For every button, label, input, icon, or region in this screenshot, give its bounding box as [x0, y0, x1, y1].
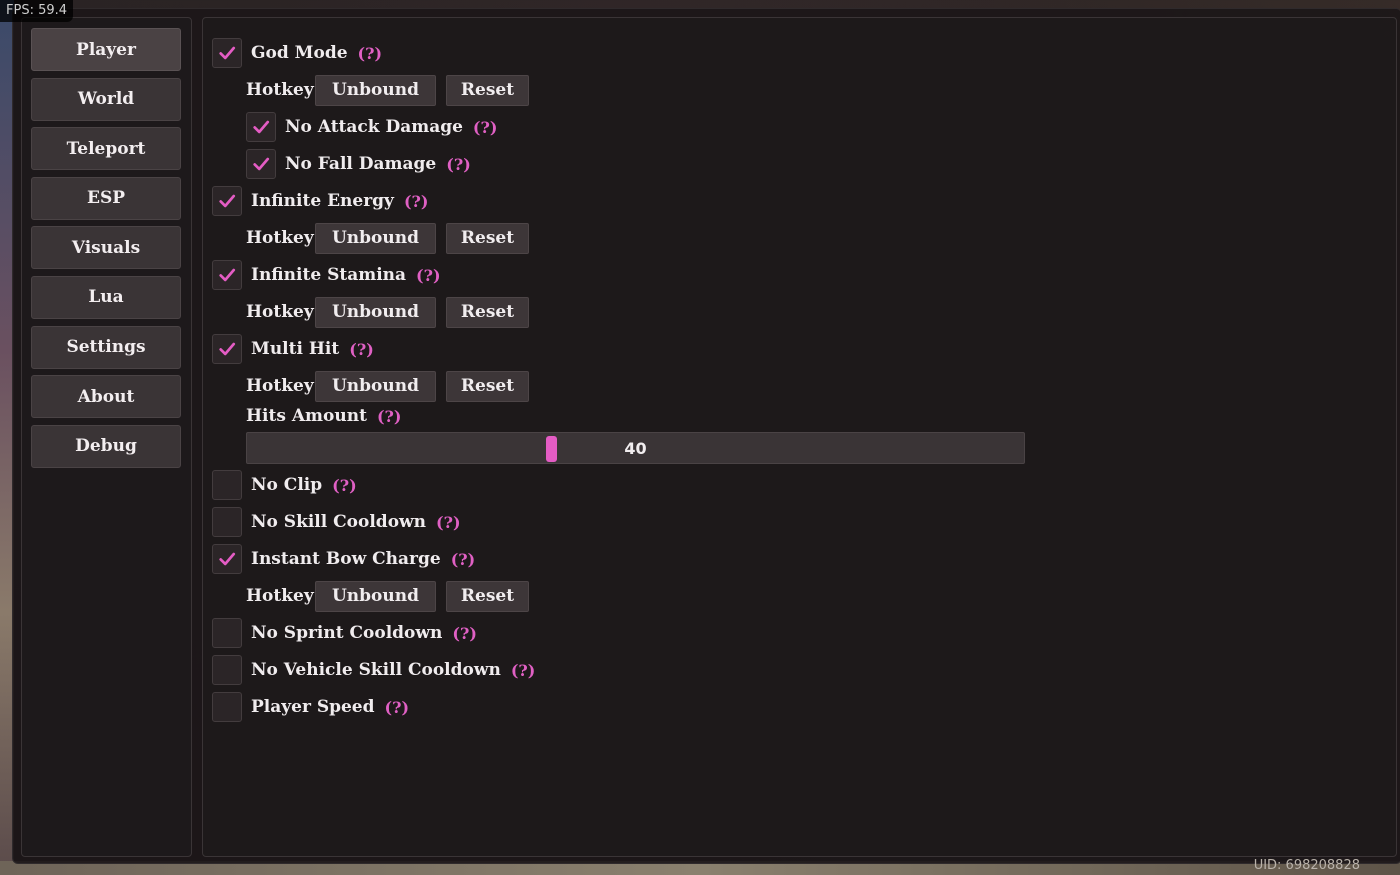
hits-amount-row: Hits Amount (?): [246, 401, 401, 431]
check-icon: [253, 120, 270, 134]
help-icon[interactable]: (?): [349, 340, 374, 359]
help-icon[interactable]: (?): [332, 476, 357, 495]
no-attack-damage-row: No Attack Damage (?): [246, 111, 497, 143]
check-icon: [219, 268, 236, 282]
check-icon: [219, 194, 236, 208]
infinite-stamina-row: Infinite Stamina (?): [212, 259, 441, 291]
infinite-stamina-checkbox[interactable]: [212, 260, 242, 290]
no-clip-row: No Clip (?): [212, 469, 357, 501]
no-skill-cooldown-label: No Skill Cooldown: [251, 512, 427, 532]
instant-bow-charge-checkbox[interactable]: [212, 544, 242, 574]
player-speed-checkbox[interactable]: [212, 692, 242, 722]
multi-hit-checkbox[interactable]: [212, 334, 242, 364]
no-sprint-cooldown-label: No Sprint Cooldown: [251, 623, 443, 643]
multi-hit-label: Multi Hit: [251, 339, 340, 359]
sidebar: Player World Teleport ESP Visuals Lua Se…: [21, 17, 192, 857]
infinite-stamina-hotkey-row: Hotkey Unbound Reset: [246, 296, 529, 328]
no-skill-cooldown-checkbox[interactable]: [212, 507, 242, 537]
help-icon[interactable]: (?): [358, 44, 383, 63]
sidebar-item-visuals[interactable]: Visuals: [31, 226, 181, 270]
instant-bow-charge-hotkey-row: Hotkey Unbound Reset: [246, 580, 529, 612]
god-mode-hotkey-row: Hotkey Unbound Reset: [246, 74, 529, 106]
help-icon[interactable]: (?): [473, 118, 498, 137]
no-skill-cooldown-row: No Skill Cooldown (?): [212, 506, 461, 538]
infinite-energy-hotkey-button[interactable]: Unbound: [315, 222, 436, 254]
hits-amount-value: 40: [624, 438, 647, 458]
hotkey-label: Hotkey: [246, 80, 314, 100]
god-mode-checkbox[interactable]: [212, 38, 242, 68]
cheat-menu-window: Player World Teleport ESP Visuals Lua Se…: [12, 8, 1400, 864]
infinite-stamina-label: Infinite Stamina: [251, 265, 407, 285]
hotkey-label: Hotkey: [246, 302, 314, 322]
hotkey-label: Hotkey: [246, 228, 314, 248]
help-icon[interactable]: (?): [511, 661, 536, 680]
check-icon: [219, 552, 236, 566]
no-fall-damage-checkbox[interactable]: [246, 149, 276, 179]
infinite-stamina-hotkey-button[interactable]: Unbound: [315, 296, 436, 328]
no-fall-damage-row: No Fall Damage (?): [246, 148, 471, 180]
fps-counter: FPS: 59.4: [0, 0, 74, 22]
infinite-energy-row: Infinite Energy (?): [212, 185, 428, 217]
sidebar-item-settings[interactable]: Settings: [31, 325, 181, 369]
instant-bow-charge-label: Instant Bow Charge: [251, 549, 441, 569]
infinite-energy-hotkey-row: Hotkey Unbound Reset: [246, 222, 529, 254]
player-speed-label: Player Speed: [251, 697, 375, 717]
sidebar-item-world[interactable]: World: [31, 77, 181, 121]
help-icon[interactable]: (?): [436, 513, 461, 532]
no-sprint-cooldown-checkbox[interactable]: [212, 618, 242, 648]
infinite-energy-checkbox[interactable]: [212, 186, 242, 216]
player-settings-panel: God Mode (?) Hotkey Unbound Reset No Att…: [202, 17, 1397, 857]
no-fall-damage-label: No Fall Damage: [285, 154, 437, 174]
hits-amount-slider[interactable]: 40: [246, 432, 1025, 464]
help-icon[interactable]: (?): [416, 266, 441, 285]
instant-bow-charge-reset-button[interactable]: Reset: [446, 580, 529, 612]
hotkey-label: Hotkey: [246, 376, 314, 396]
instant-bow-charge-hotkey-button[interactable]: Unbound: [315, 580, 436, 612]
check-icon: [219, 46, 236, 60]
infinite-energy-label: Infinite Energy: [251, 191, 394, 211]
no-clip-checkbox[interactable]: [212, 470, 242, 500]
multi-hit-hotkey-row: Hotkey Unbound Reset: [246, 370, 529, 402]
uid-label: UID: 698208828: [1253, 858, 1360, 873]
sidebar-item-player[interactable]: Player: [31, 28, 181, 71]
god-mode-reset-button[interactable]: Reset: [446, 74, 529, 106]
multi-hit-hotkey-button[interactable]: Unbound: [315, 370, 436, 402]
check-icon: [219, 342, 236, 356]
sidebar-item-lua[interactable]: Lua: [31, 275, 181, 319]
sidebar-item-esp[interactable]: ESP: [31, 176, 181, 220]
instant-bow-charge-row: Instant Bow Charge (?): [212, 543, 475, 575]
god-mode-row: God Mode (?): [212, 37, 382, 69]
sidebar-item-teleport[interactable]: Teleport: [31, 127, 181, 171]
player-speed-row: Player Speed (?): [212, 691, 409, 723]
no-vehicle-skill-cooldown-row: No Vehicle Skill Cooldown (?): [212, 654, 535, 686]
no-attack-damage-label: No Attack Damage: [285, 117, 463, 137]
help-icon[interactable]: (?): [451, 550, 476, 569]
no-vehicle-skill-cooldown-label: No Vehicle Skill Cooldown: [251, 660, 501, 680]
check-icon: [253, 157, 270, 171]
no-vehicle-skill-cooldown-checkbox[interactable]: [212, 655, 242, 685]
no-attack-damage-checkbox[interactable]: [246, 112, 276, 142]
god-mode-hotkey-button[interactable]: Unbound: [315, 74, 436, 106]
no-clip-label: No Clip: [251, 475, 323, 495]
hotkey-label: Hotkey: [246, 586, 314, 606]
infinite-energy-reset-button[interactable]: Reset: [446, 222, 529, 254]
help-icon[interactable]: (?): [385, 698, 410, 717]
multi-hit-row: Multi Hit (?): [212, 333, 374, 365]
hits-amount-label: Hits Amount: [246, 406, 367, 426]
help-icon[interactable]: (?): [377, 407, 402, 426]
help-icon[interactable]: (?): [446, 155, 471, 174]
no-sprint-cooldown-row: No Sprint Cooldown (?): [212, 617, 477, 649]
multi-hit-reset-button[interactable]: Reset: [446, 370, 529, 402]
infinite-stamina-reset-button[interactable]: Reset: [446, 296, 529, 328]
sidebar-item-debug[interactable]: Debug: [31, 424, 181, 468]
help-icon[interactable]: (?): [404, 192, 429, 211]
sidebar-item-about[interactable]: About: [31, 375, 181, 419]
help-icon[interactable]: (?): [452, 624, 477, 643]
god-mode-label: God Mode: [251, 43, 348, 63]
